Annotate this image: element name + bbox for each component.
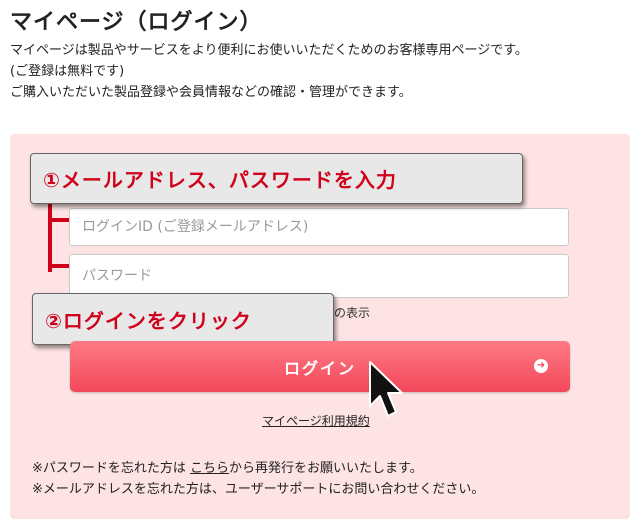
intro-text: マイページは製品やサービスをより便利にお使いいただくためのお客様専用ページです。… (10, 40, 528, 103)
bracket-tick-top (52, 218, 70, 222)
forgot-password-note: ※パスワードを忘れた方は こちらから再発行をお願いいたします。 (32, 458, 484, 479)
forgot-email-note: ※メールアドレスを忘れた方は、ユーザーサポートにお問い合わせください。 (32, 482, 485, 497)
mouse-cursor-icon (369, 361, 403, 417)
forgot-password-link[interactable]: こちら (190, 461, 229, 476)
forgot-password-suffix: から再発行をお願いいたします。 (229, 461, 423, 476)
login-button-label: ログイン (283, 358, 356, 378)
forgot-password-prefix: ※パスワードを忘れた方は (32, 461, 191, 476)
bracket-tick-bottom (52, 264, 70, 268)
help-notes: ※パスワードを忘れた方は こちらから再発行をお願いいたします。 ※メールアドレス… (32, 458, 484, 500)
login-button[interactable]: ログイン ➜ (70, 341, 570, 392)
password-input[interactable] (70, 255, 568, 297)
login-id-field[interactable] (69, 208, 569, 246)
intro-line-3: ご購入いただいた製品登録や会員情報などの確認・管理ができます。 (10, 85, 412, 100)
page-title: マイページ（ログイン） (10, 10, 263, 35)
intro-line-1: マイページは製品やサービスをより便利にお使いいただくためのお客様専用ページです。 (10, 43, 528, 58)
arrow-circle-right-icon: ➜ (534, 359, 548, 373)
password-field[interactable] (69, 254, 569, 298)
intro-line-2: (ご登録は無料です) (10, 64, 125, 79)
login-id-input[interactable] (70, 209, 568, 245)
step1-callout: ①メールアドレス、パスワードを入力 (30, 153, 523, 204)
step2-callout: ②ログインをクリック (32, 293, 334, 345)
terms-link[interactable]: マイページ利用規約 (262, 412, 370, 429)
field-bracket-annotation (48, 204, 70, 272)
